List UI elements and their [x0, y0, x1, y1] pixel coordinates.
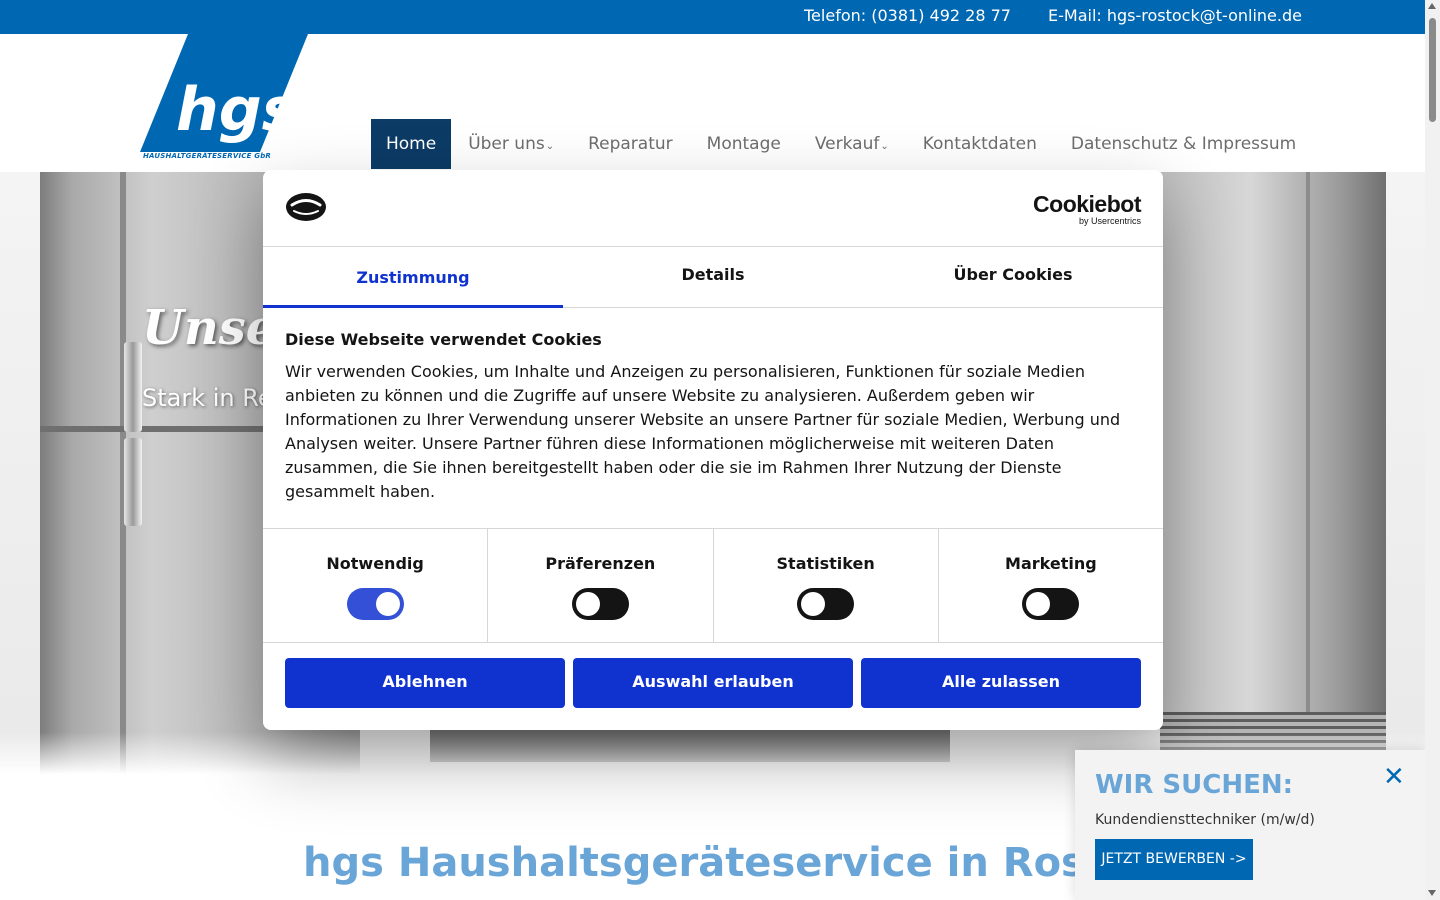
- allow-all-button[interactable]: Alle zulassen: [861, 658, 1141, 708]
- cookiebot-brand-sub: by Usercentrics: [1078, 216, 1141, 226]
- cookie-consent-dialog: Cookiebot by Usercentrics Zustimmung Det…: [263, 170, 1163, 730]
- job-description: Kundendiensttechniker (m/w/d): [1095, 812, 1315, 828]
- nav-item-montage[interactable]: Montage: [690, 119, 798, 169]
- toggle-statistiken: Statistiken: [714, 529, 939, 642]
- toggle-label: Statistiken: [776, 554, 875, 573]
- nav-item-label: Home: [386, 134, 437, 154]
- allow-selection-button[interactable]: Auswahl erlauben: [573, 658, 853, 708]
- statistiken-switch[interactable]: [797, 588, 855, 620]
- logo-text: hgs: [176, 75, 297, 145]
- nav-item-label: Montage: [706, 134, 781, 154]
- close-icon[interactable]: ✕: [1383, 762, 1405, 792]
- toggle-marketing: Marketing: [939, 529, 1163, 642]
- main-nav: Home Über uns⌄ Reparatur Montage Verkauf…: [371, 119, 1313, 169]
- nav-item-home[interactable]: Home: [371, 119, 452, 169]
- cookie-category-toggles: Notwendig Präferenzen Statistiken Market…: [263, 528, 1163, 643]
- hgs-logo[interactable]: hgs: [140, 34, 312, 164]
- toggle-label: Notwendig: [326, 554, 424, 573]
- scroll-up-icon[interactable]: [1428, 3, 1436, 9]
- nav-item-label: Datenschutz & Impressum: [1070, 134, 1297, 154]
- scrollbar-thumb[interactable]: [1429, 18, 1436, 122]
- cookie-heading: Diese Webseite verwendet Cookies: [285, 330, 602, 349]
- toggle-praeferenzen: Präferenzen: [488, 529, 714, 642]
- cookie-tabs: Zustimmung Details Über Cookies: [263, 247, 1163, 308]
- nav-item-verkauf[interactable]: Verkauf⌄: [798, 119, 906, 169]
- nav-item-kontaktdaten[interactable]: Kontaktdaten: [906, 119, 1054, 169]
- cookiebot-brand-name: Cookiebot: [1033, 191, 1141, 217]
- hgs-logo-graphic: hgs: [140, 34, 308, 152]
- page-heading: hgs Haushaltsgeräteservice in Rostoc: [303, 840, 1156, 886]
- decline-button[interactable]: Ablehnen: [285, 658, 565, 708]
- toggle-label: Marketing: [1005, 554, 1097, 573]
- page-scrollbar[interactable]: [1425, 0, 1440, 900]
- tab-ueber-cookies[interactable]: Über Cookies: [863, 247, 1163, 307]
- tab-zustimmung[interactable]: Zustimmung: [263, 247, 563, 308]
- cookie-dialog-header: Cookiebot by Usercentrics: [263, 170, 1163, 247]
- cookie-dialog-body: Diese Webseite verwendet Cookies Wir ver…: [285, 330, 1141, 504]
- scroll-down-icon[interactable]: [1428, 890, 1436, 896]
- toggle-notwendig: Notwendig: [263, 529, 489, 642]
- logo-subtitle: HAUSHALTGERÄTESERVICE GbR: [143, 152, 271, 160]
- nav-item-datenschutz[interactable]: Datenschutz & Impressum: [1054, 119, 1313, 169]
- marketing-switch[interactable]: [1022, 588, 1080, 620]
- hero-subtitle: Stark in Re: [142, 384, 273, 412]
- nav-item-label: Reparatur: [588, 134, 673, 154]
- toggle-label: Präferenzen: [545, 554, 656, 573]
- cookie-buttons: Ablehnen Auswahl erlauben Alle zulassen: [285, 658, 1141, 708]
- apply-button[interactable]: JETZT BEWERBEN ->: [1095, 839, 1253, 880]
- nav-item-reparatur[interactable]: Reparatur: [571, 119, 690, 169]
- nav-item-label: Verkauf: [814, 134, 880, 154]
- cookiebot-brand[interactable]: Cookiebot by Usercentrics: [1033, 192, 1141, 226]
- tab-details[interactable]: Details: [563, 247, 863, 307]
- fridge-image-right: [1160, 172, 1386, 752]
- phone-link[interactable]: Telefon: (0381) 492 28 77: [804, 6, 1011, 25]
- nav-item-ueber-uns[interactable]: Über uns⌄: [451, 119, 571, 169]
- nav-item-label: Über uns: [468, 134, 545, 154]
- praeferenzen-switch[interactable]: [571, 588, 629, 620]
- cookie-description: Wir verwenden Cookies, um Inhalte und An…: [285, 362, 1121, 501]
- notwendig-switch[interactable]: [346, 588, 404, 620]
- chevron-down-icon: ⌄: [880, 141, 889, 152]
- cookiebot-logo-icon: [286, 193, 326, 221]
- top-contact-bar: Telefon: (0381) 492 28 77 E-Mail: hgs-ro…: [0, 0, 1425, 34]
- email-link[interactable]: E-Mail: hgs-rostock@t-online.de: [1048, 6, 1302, 25]
- nav-item-label: Kontaktdaten: [922, 134, 1037, 154]
- job-offer-panel: WIR SUCHEN: ✕ Kundendiensttechniker (m/w…: [1075, 750, 1425, 900]
- chevron-down-icon: ⌄: [545, 141, 555, 152]
- job-panel-title: WIR SUCHEN:: [1095, 770, 1294, 800]
